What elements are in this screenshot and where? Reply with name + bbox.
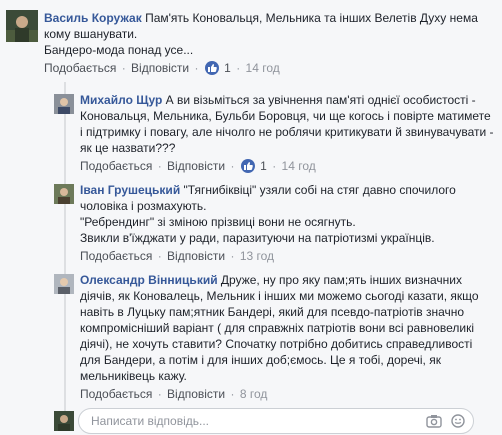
like-count[interactable]: 1 xyxy=(260,159,267,173)
reply-button[interactable]: Відповісти xyxy=(131,61,189,75)
avatar[interactable] xyxy=(54,184,74,204)
reply-input-box[interactable] xyxy=(78,408,474,434)
like-button[interactable]: Подобається xyxy=(80,159,152,173)
reply-meta: Подобається · Відповісти · 13 год xyxy=(80,249,275,263)
like-reaction-icon[interactable] xyxy=(240,159,255,173)
reply-author[interactable]: Іван Грушецький xyxy=(80,183,180,197)
reply-meta: Подобається · Відповісти · 1 · 14 год xyxy=(80,159,316,173)
like-button[interactable]: Подобається xyxy=(80,249,152,263)
avatar[interactable] xyxy=(54,274,74,294)
like-button[interactable]: Подобається xyxy=(44,61,116,75)
reply-input[interactable] xyxy=(89,413,393,429)
avatar[interactable] xyxy=(54,94,74,114)
comment-author[interactable]: Василь Коружак xyxy=(44,11,142,25)
like-button[interactable]: Подобається xyxy=(80,387,152,401)
comment-text-line2: Бандеро-мода понад усе... xyxy=(44,43,194,57)
timestamp[interactable]: 8 год xyxy=(240,387,268,401)
comment-top: Василь Коружак Пам'ять Коновальця, Мельн… xyxy=(0,10,502,80)
like-reaction-icon[interactable] xyxy=(204,61,219,75)
reply-author[interactable]: Олександр Вінницький xyxy=(80,273,218,287)
reply-button[interactable]: Відповісти xyxy=(167,249,225,263)
camera-icon[interactable] xyxy=(425,414,442,431)
reply-button[interactable]: Відповісти xyxy=(167,387,225,401)
reply-1: Михайло Щур А ви візьміться за увічнення… xyxy=(0,92,502,173)
reply-text-line2: "Ребрендинг" зі зміною прізвиці вони не … xyxy=(80,215,356,229)
avatar[interactable] xyxy=(6,10,38,42)
emoji-icon[interactable] xyxy=(451,414,465,431)
like-count[interactable]: 1 xyxy=(224,61,231,75)
reply-meta: Подобається · Відповісти · 8 год xyxy=(80,387,268,401)
timestamp[interactable]: 14 год xyxy=(282,159,316,173)
reply-author[interactable]: Михайло Щур xyxy=(80,93,162,107)
comment-meta: Подобається · Відповісти · 1 · 14 год xyxy=(44,61,280,75)
reply-text-line3: Звикли в'їжджати у ради, паразитуючи на … xyxy=(80,231,435,245)
timestamp[interactable]: 13 год xyxy=(240,249,274,263)
current-user-avatar xyxy=(54,411,74,431)
reply-button[interactable]: Відповісти xyxy=(167,159,225,173)
reply-2: Іван Грушецький "Тягнибіквіці" узяли соб… xyxy=(0,182,502,263)
reply-3: Олександр Вінницький Друже, ну про яку п… xyxy=(0,272,502,402)
reply-text: Друже, ну про яку пам;ять інших визначни… xyxy=(80,273,479,383)
timestamp[interactable]: 14 год xyxy=(246,61,280,75)
